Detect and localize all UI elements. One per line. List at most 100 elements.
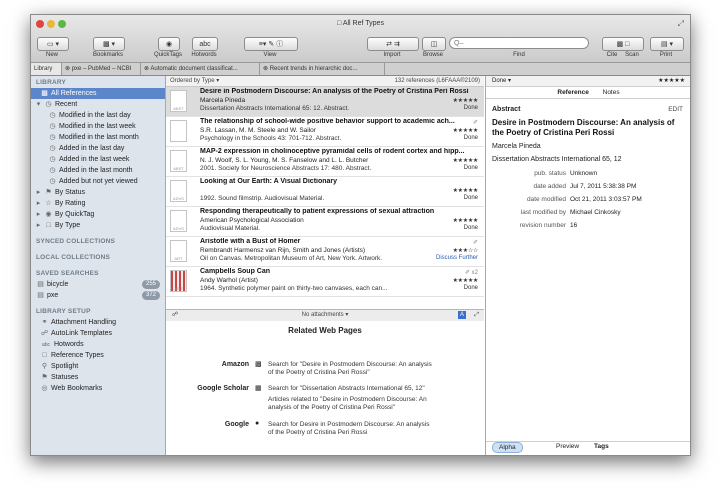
disclosure-down-icon[interactable]: ▾ [35, 99, 42, 110]
expand-icon[interactable]: ⤢ [474, 310, 479, 321]
synced-collections-heading[interactable]: SYNCED COLLECTIONS [31, 231, 165, 247]
quicktags-button[interactable]: ◉ [158, 37, 180, 51]
sidebar-item-recent-3[interactable]: ◷ Added in the last day [31, 143, 165, 154]
edit-button[interactable]: EDIT [668, 106, 683, 113]
tab-pubmed[interactable]: ⊗ pxe – PubMed – NCBI [62, 63, 141, 75]
tag-chip[interactable]: Alpha [492, 442, 523, 453]
tab-preview[interactable]: Preview [556, 442, 579, 452]
disclosure-right-icon[interactable]: ▸ [35, 187, 42, 198]
sidebar-item-by-quicktag[interactable]: ▸ ◉ By QuickTag [31, 209, 165, 220]
tab-library[interactable]: Library [31, 63, 62, 75]
setup-web-bookmarks[interactable]: ◎ Web Bookmarks [31, 383, 165, 394]
reference-author: S.R. Lassan, M. M. Steele and W. Sailor [200, 127, 316, 134]
close-tab-icon[interactable]: ⊗ [263, 66, 270, 72]
import-button[interactable]: ⇄ ⇉ [367, 37, 419, 51]
tab-automatic-label: Automatic document classificat... [150, 66, 238, 72]
sidebar-item-recent-2[interactable]: ◷ Modified in the last month [31, 132, 165, 143]
reference-row[interactable]: ADVS Responding therapeutically to patie… [166, 207, 484, 237]
browse-button[interactable]: ◫ [422, 37, 446, 51]
thumbnail: ADVS [170, 210, 187, 232]
setup-label: Attachment Handling [51, 319, 116, 326]
disclosure-right-icon[interactable]: ▸ [35, 220, 42, 231]
saved-search-bicycle[interactable]: ▤ bicycle 255 [31, 279, 165, 290]
related-label-google-scholar: Google Scholar [197, 385, 249, 392]
hotwords-button[interactable]: abc [192, 37, 218, 51]
sidebar-item-recent-6[interactable]: ◷ Added but not yet viewed [31, 176, 165, 187]
thumbnail: ART [170, 240, 187, 262]
sidebar-item-by-status[interactable]: ▸ ⚑ By Status [31, 187, 165, 198]
tab-tags[interactable]: Tags [594, 442, 609, 452]
hotwords-label: Hotwords [191, 52, 217, 58]
tab-notes[interactable]: Notes [597, 88, 626, 98]
reference-title: Desire in Postmodern Discourse: An analy… [200, 88, 469, 95]
tab-reference[interactable]: Reference [551, 88, 594, 98]
hotwords-abc-text: abc [199, 40, 211, 48]
fullscreen-icon[interactable]: ⤢ [678, 19, 684, 29]
search-input[interactable]: Q– [449, 37, 589, 49]
sidebar-item-recent-4[interactable]: ◷ Added in the last week [31, 154, 165, 165]
setup-statuses[interactable]: ⚑ Statuses [31, 372, 165, 383]
setup-autolink-templates[interactable]: ☍ AutoLink Templates [31, 328, 165, 339]
google-scholar-icon: ▦ [255, 385, 262, 392]
link-line[interactable]: Search for Desire in Postmodern Discours… [268, 421, 473, 429]
setup-spotlight[interactable]: ⚲ Spotlight [31, 361, 165, 372]
link-line[interactable]: of the Poetry of Cristina Peri Rossi [268, 429, 473, 437]
disclosure-right-icon[interactable]: ▸ [35, 209, 42, 220]
related-link-google[interactable]: Search for Desire in Postmodern Discours… [268, 421, 473, 437]
sidebar-item-all-references[interactable]: ▩ All References [31, 88, 165, 99]
related-link-google-scholar[interactable]: Search for "Dissertation Abstracts Inter… [268, 385, 473, 412]
tab-recent-trends[interactable]: ⊗ Recent trends in hierarchic doc... [260, 63, 385, 75]
setup-reference-types[interactable]: □ Reference Types [31, 350, 165, 361]
rating-stars[interactable]: ★★★★★ [453, 97, 479, 104]
font-size-icon[interactable]: A [458, 311, 466, 319]
clock-icon: ◷ [49, 134, 56, 141]
rating-stars[interactable]: ★★★★★ [453, 187, 479, 194]
sidebar-item-recent-1[interactable]: ◷ Modified in the last week [31, 121, 165, 132]
bookmarks-button[interactable]: ▩ ▾ [93, 37, 125, 51]
status-dropdown[interactable]: Done ▾ [492, 76, 511, 86]
new-button[interactable]: ▭ ▾ [37, 37, 69, 51]
recent-item-label: Modified in the last week [59, 123, 136, 130]
sidebar-item-by-rating[interactable]: ▸ ☆ By Rating [31, 198, 165, 209]
rating-stars[interactable]: ★★★★★ [453, 127, 479, 134]
rating-stars[interactable]: ★★★★★ [453, 217, 479, 224]
thumbnail: ADVS [170, 180, 187, 202]
local-collections-heading[interactable]: LOCAL COLLECTIONS [31, 247, 165, 263]
setup-hotwords[interactable]: abc Hotwords [31, 339, 165, 350]
attachments-dropdown[interactable]: No attachments ▾ [166, 310, 484, 321]
view-button-group[interactable]: ≡▾ ✎ ⓘ [244, 37, 298, 51]
rating-stars[interactable]: ★★★★★ [453, 277, 479, 284]
related-link-amazon[interactable]: Search for "Desire in Postmodern Discour… [268, 361, 473, 377]
reference-row[interactable]: ADVS Looking at Our Earth: A Visual Dict… [166, 177, 484, 207]
sidebar-item-recent[interactable]: ▾ ◷ Recent [31, 99, 165, 110]
disclosure-right-icon[interactable]: ▸ [35, 198, 42, 209]
link-line[interactable]: analysis of the Poetry of Cristina Peri … [268, 404, 473, 412]
recent-item-label: Modified in the last day [59, 112, 131, 119]
reference-row[interactable]: ART Aristotle with a Bust of Homer ✐ Rem… [166, 237, 484, 267]
link-line[interactable]: of the Poetry of Cristina Peri Rossi" [268, 369, 473, 377]
link-line[interactable]: Articles related to "Desire in Postmoder… [268, 396, 473, 404]
close-tab-icon[interactable]: ⊗ [65, 66, 72, 72]
sidebar-item-by-type[interactable]: ▸ □ By Type [31, 220, 165, 231]
rating-stars[interactable]: ★★★★★ [453, 157, 479, 164]
cite-scan-button[interactable]: ▩ □ [602, 37, 644, 51]
link-line[interactable]: Search for "Dissertation Abstracts Inter… [268, 385, 473, 393]
setup-attachment-handling[interactable]: ⚭ Attachment Handling [31, 317, 165, 328]
import-icon: ⇄ [386, 41, 393, 48]
reference-row[interactable]: ART Campbells Soup Can ✐ x2 Andy Warhol … [166, 267, 484, 297]
sidebar-item-recent-5[interactable]: ◷ Added in the last month [31, 165, 165, 176]
rating-stars[interactable]: ★★★☆☆ [453, 247, 479, 254]
tab-automatic-classification[interactable]: ⊗ Automatic document classificat... [141, 63, 260, 75]
detail-pane: Done ▾ ★★★★★ Reference Notes Abstract ED… [485, 76, 690, 455]
sidebar-item-recent-0[interactable]: ◷ Modified in the last day [31, 110, 165, 121]
thumbnail: ABST [170, 150, 187, 172]
paperclip-icon: ⚭ [41, 319, 48, 326]
reference-row[interactable]: The relationship of school-wide positive… [166, 117, 484, 147]
print-button[interactable]: ▤ ▾ [650, 37, 684, 51]
saved-search-pxe[interactable]: ▤ pxe 372 [31, 290, 165, 301]
reference-row[interactable]: ABST Desire in Postmodern Discourse: An … [166, 87, 484, 117]
sort-dropdown[interactable]: Ordered by Type ▾ [170, 76, 219, 86]
link-line[interactable]: Search for "Desire in Postmodern Discour… [268, 361, 473, 369]
reference-row[interactable]: ABST MAP-2 expression in cholinoceptive … [166, 147, 484, 177]
detail-rating-stars[interactable]: ★★★★★ [658, 76, 685, 86]
